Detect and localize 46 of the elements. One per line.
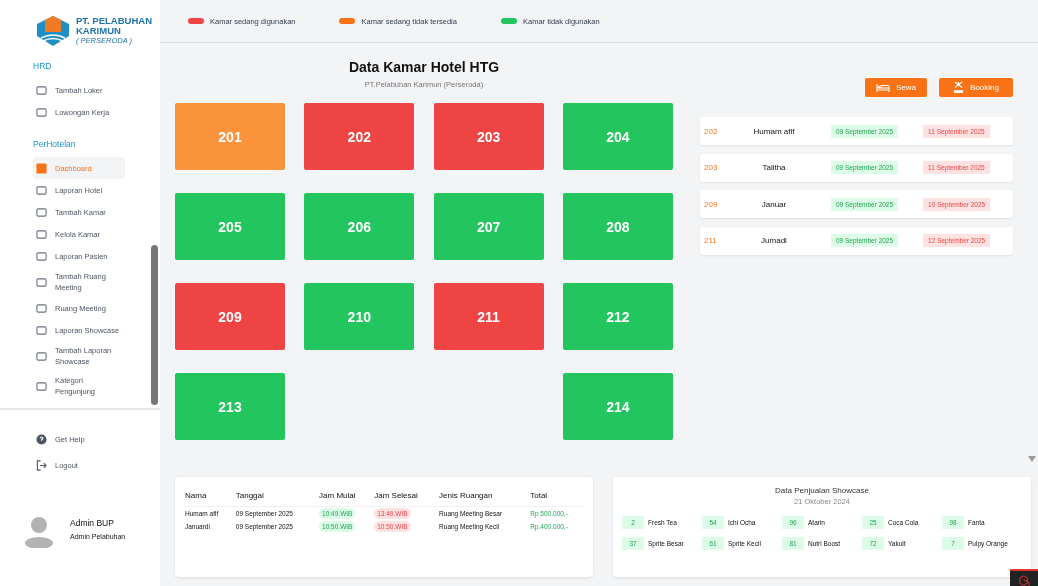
room-number: 211 xyxy=(703,236,718,245)
section-heading: PerHotelan xyxy=(33,139,76,149)
guest-name: Humam afif xyxy=(752,126,796,136)
guest-name: Talitha xyxy=(761,163,787,172)
showcase-title: Data Penjualan Showcase xyxy=(775,486,869,495)
room-tile[interactable]: 212 xyxy=(562,283,673,350)
column-header: Jam Selesai xyxy=(372,487,438,507)
guest-name: Januar xyxy=(760,199,788,209)
room-tile[interactable]: 203 xyxy=(433,103,544,170)
scrollbar-thumb[interactable] xyxy=(151,245,158,405)
rent-button[interactable]: Sewa xyxy=(865,78,927,97)
room-tile[interactable]: 214 xyxy=(562,373,673,440)
help-icon xyxy=(36,433,47,445)
page-title: Data Kamar Hotel HTG xyxy=(348,59,500,75)
room-tile[interactable]: 205 xyxy=(175,193,285,260)
logo-title: PT. PELABUHAN xyxy=(76,16,152,26)
column-header: Tanggal xyxy=(233,487,318,507)
column-header: Jenis Ruangan xyxy=(437,487,529,507)
room-tile[interactable]: 204 xyxy=(562,103,673,170)
room-tile[interactable]: 210 xyxy=(304,283,415,350)
column-header: Total xyxy=(528,487,585,507)
room-tile[interactable]: 207 xyxy=(433,193,544,260)
room-tile[interactable]: 208 xyxy=(562,193,673,260)
column-header: Nama xyxy=(183,487,234,507)
room-number: 209 xyxy=(703,199,719,209)
room-tile[interactable]: 213 xyxy=(175,373,285,440)
debug-toolbar-button[interactable] xyxy=(1010,569,1038,586)
room-tile[interactable]: 209 xyxy=(175,283,285,350)
cube-icon xyxy=(1017,574,1031,586)
avatar-icon xyxy=(24,516,54,548)
room-number: 202 xyxy=(703,126,719,136)
bed-icon xyxy=(876,82,890,93)
room-tile[interactable]: 202 xyxy=(304,103,415,170)
room-tile[interactable]: 206 xyxy=(304,193,415,260)
scroll-down-icon[interactable] xyxy=(1028,456,1036,462)
booking-button[interactable]: Booking xyxy=(939,78,1013,97)
guest-name: Jumadi xyxy=(760,236,788,245)
room-tile[interactable]: 211 xyxy=(433,283,544,350)
section-heading: HRD xyxy=(33,61,52,71)
grid-icon xyxy=(36,162,47,174)
logo-title: KARIMUN xyxy=(76,26,122,36)
room-number: 203 xyxy=(703,163,719,172)
logout-icon xyxy=(36,459,47,471)
column-header: Jam Mulai xyxy=(317,487,373,507)
room-tile[interactable]: 201 xyxy=(175,103,285,170)
user-name: Admin BUP xyxy=(70,518,115,528)
